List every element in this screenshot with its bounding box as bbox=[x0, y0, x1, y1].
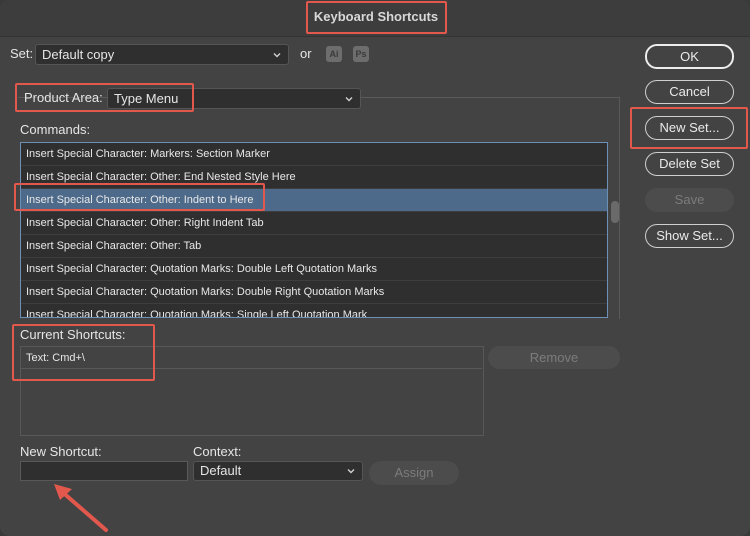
save-button[interactable]: Save bbox=[645, 188, 734, 212]
command-item[interactable]: Insert Special Character: Other: Tab bbox=[21, 235, 607, 258]
commands-list[interactable]: Insert Special Character: Markers: Secti… bbox=[20, 142, 608, 318]
current-shortcut-item[interactable]: Text: Cmd+\ bbox=[20, 347, 482, 369]
dialog-title: Keyboard Shortcuts bbox=[313, 9, 439, 24]
set-dropdown-value: Default copy bbox=[42, 47, 115, 62]
commands-scrollbar[interactable] bbox=[611, 201, 619, 223]
command-item[interactable]: Insert Special Character: Quotation Mark… bbox=[21, 281, 607, 304]
or-label: or bbox=[300, 46, 312, 61]
set-label: Set: bbox=[10, 46, 34, 61]
title-bar: Keyboard Shortcuts bbox=[0, 0, 750, 37]
chevron-down-icon bbox=[347, 469, 355, 474]
chevron-down-icon bbox=[345, 96, 353, 101]
current-shortcuts-label: Current Shortcuts: bbox=[20, 327, 126, 342]
keyboard-shortcuts-dialog: Keyboard Shortcuts Set: Default copy or … bbox=[0, 0, 750, 536]
group-right-edge bbox=[619, 97, 620, 319]
set-dropdown[interactable]: Default copy bbox=[35, 44, 289, 65]
show-set-button[interactable]: Show Set... bbox=[645, 224, 734, 248]
context-value: Default bbox=[200, 463, 242, 478]
commands-label: Commands: bbox=[20, 122, 91, 137]
new-shortcut-label: New Shortcut: bbox=[20, 444, 102, 459]
illustrator-icon[interactable]: Ai bbox=[326, 46, 342, 62]
annotation-arrow-icon bbox=[54, 484, 108, 532]
new-set-button[interactable]: New Set... bbox=[645, 116, 734, 140]
cancel-button[interactable]: Cancel bbox=[645, 80, 734, 104]
product-area-value: Type Menu bbox=[114, 91, 179, 106]
context-dropdown[interactable]: Default bbox=[193, 461, 363, 481]
remove-button[interactable]: Remove bbox=[488, 346, 620, 369]
product-area-label: Product Area: bbox=[24, 90, 103, 105]
command-item[interactable]: Insert Special Character: Markers: Secti… bbox=[21, 143, 607, 166]
command-item[interactable]: Insert Special Character: Quotation Mark… bbox=[21, 258, 607, 281]
new-shortcut-input[interactable] bbox=[20, 461, 188, 481]
command-item[interactable]: Insert Special Character: Other: End Nes… bbox=[21, 166, 607, 189]
command-item-selected[interactable]: Insert Special Character: Other: Indent … bbox=[21, 189, 607, 212]
context-label: Context: bbox=[193, 444, 242, 459]
product-area-dropdown[interactable]: Type Menu bbox=[107, 88, 361, 109]
ok-button[interactable]: OK bbox=[645, 44, 734, 69]
chevron-down-icon bbox=[273, 52, 281, 57]
assign-button[interactable]: Assign bbox=[369, 461, 459, 485]
command-item[interactable]: Insert Special Character: Other: Right I… bbox=[21, 212, 607, 235]
command-item[interactable]: Insert Special Character: Quotation Mark… bbox=[21, 304, 607, 317]
photoshop-icon[interactable]: Ps bbox=[353, 46, 369, 62]
delete-set-button[interactable]: Delete Set bbox=[645, 152, 734, 176]
